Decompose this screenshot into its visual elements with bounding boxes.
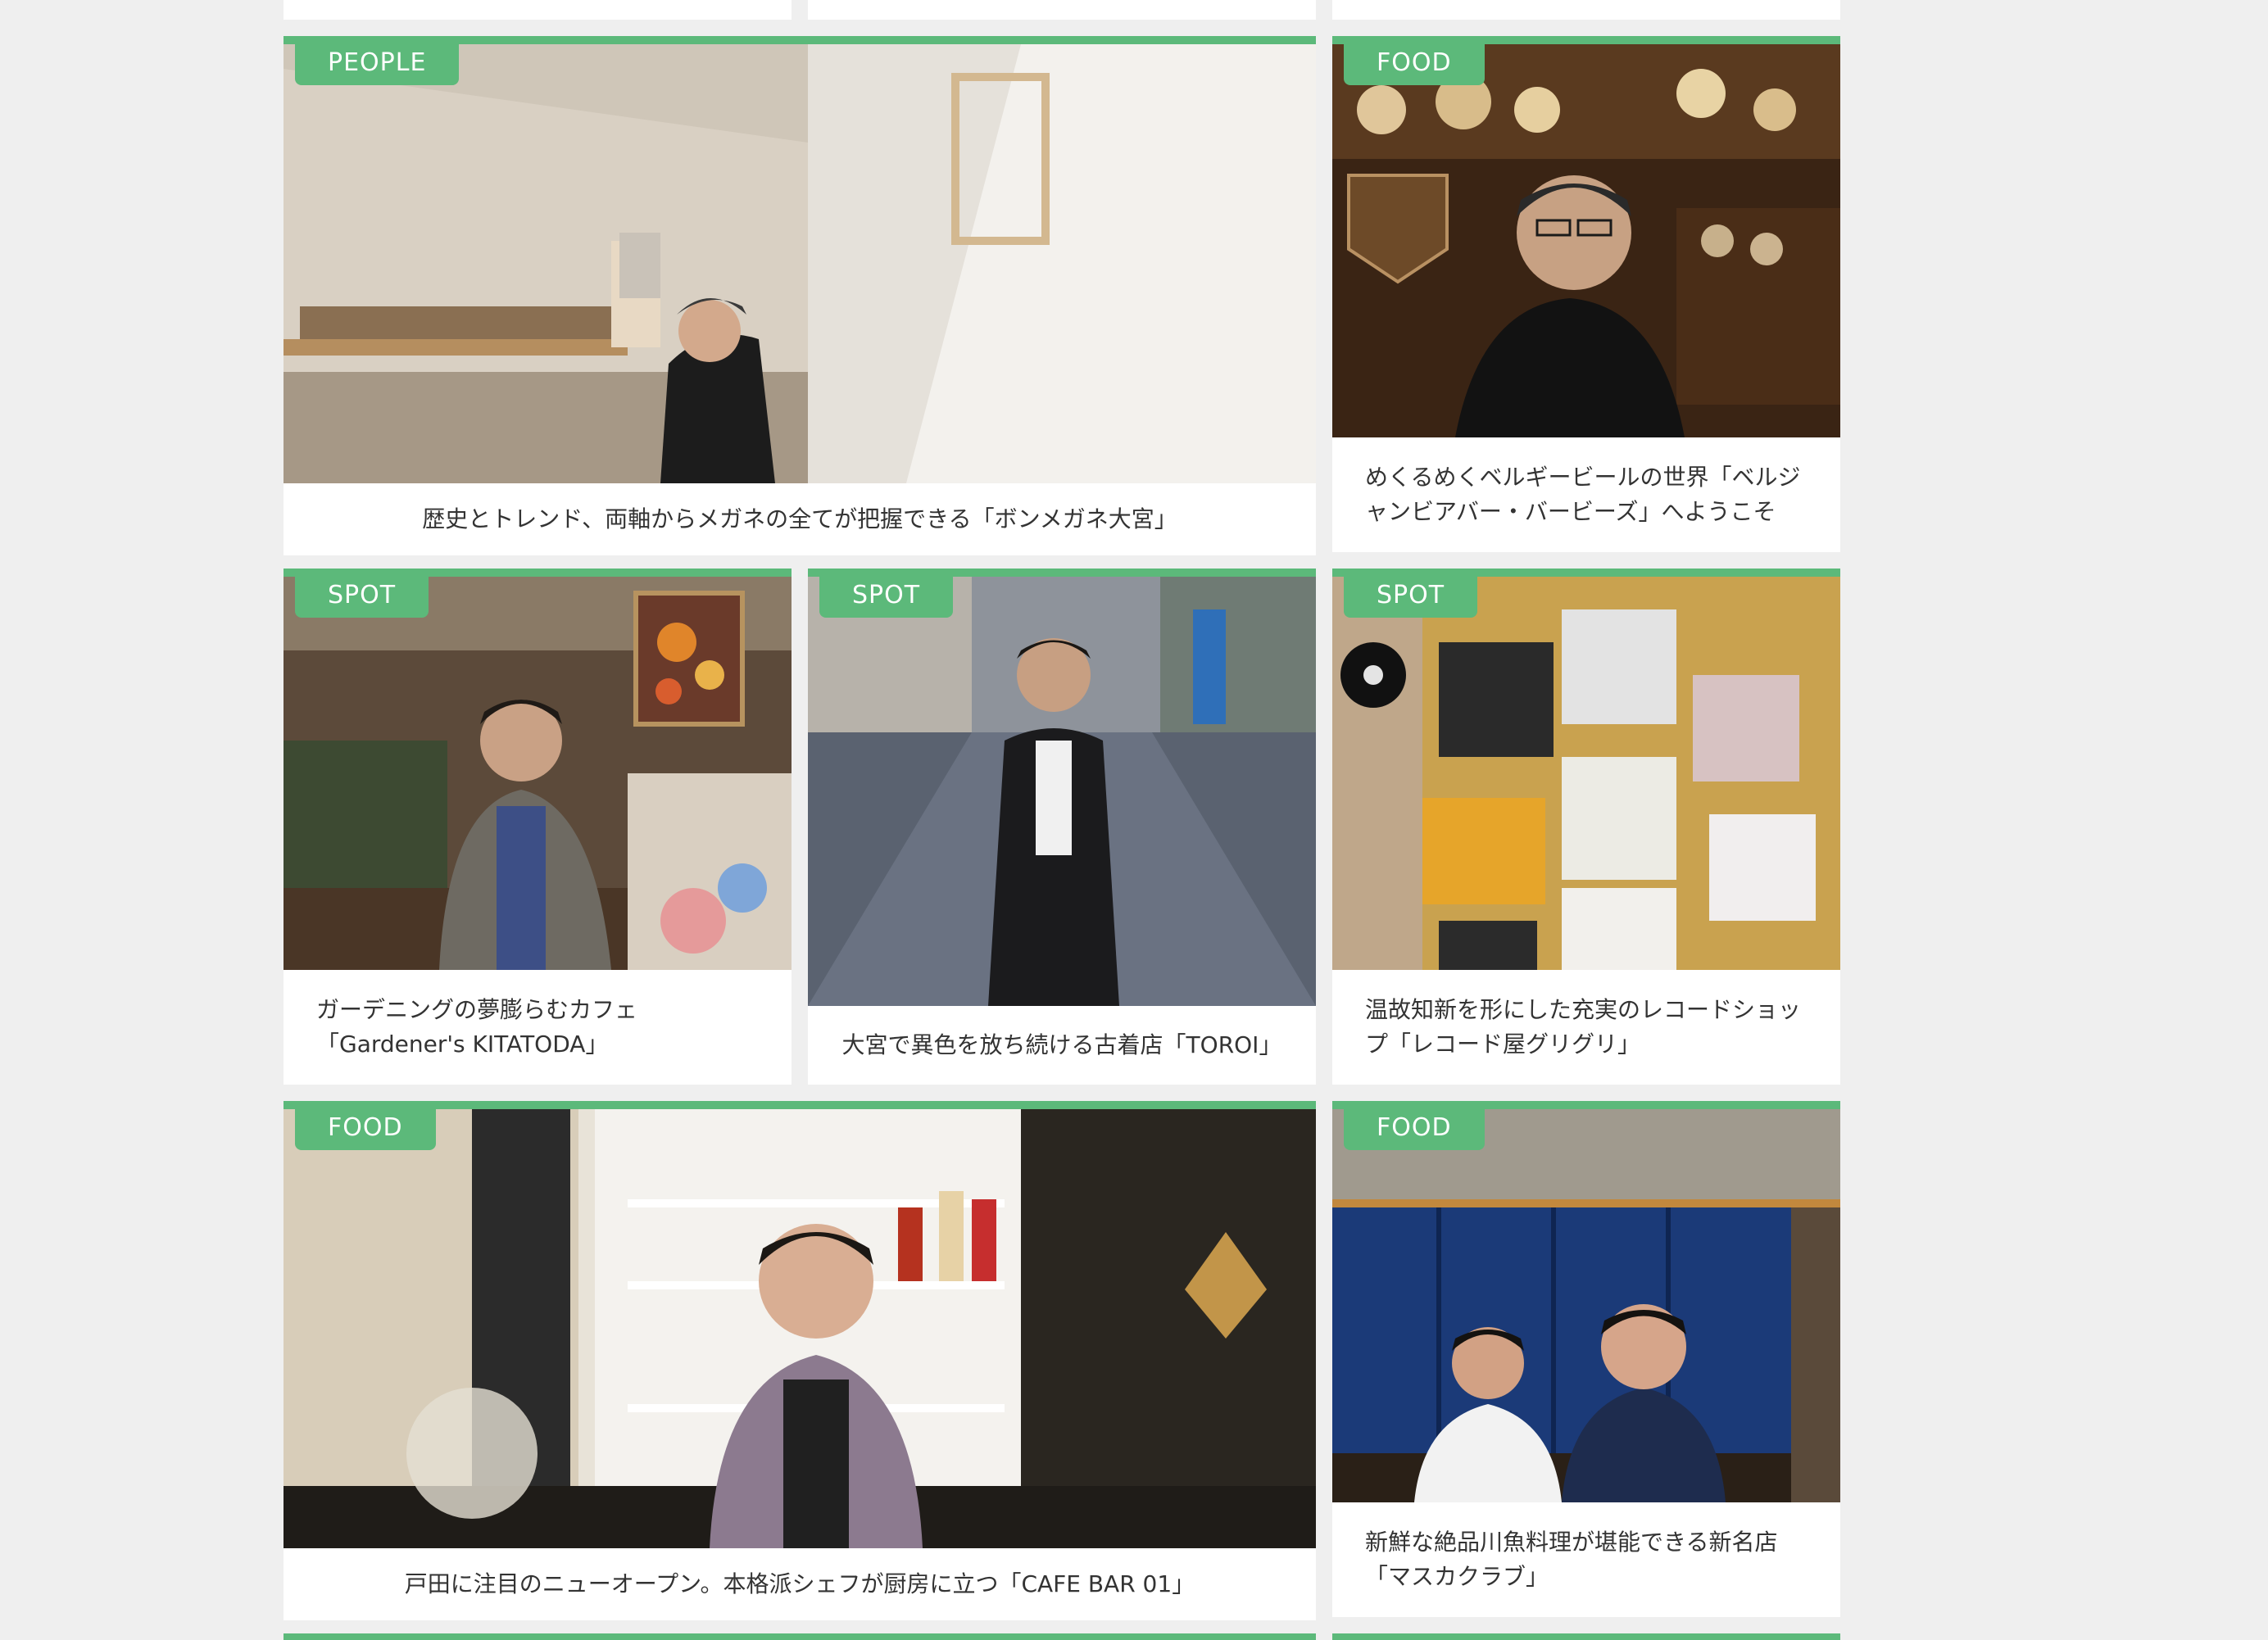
article-photo[interactable] <box>284 44 1316 483</box>
category-badge: SPOT <box>1344 577 1478 618</box>
article-title-line: 温故知新を形にした充実のレコードショッ <box>1365 996 1802 1023</box>
article-card-toroi[interactable]: 大宮で異色を放ち続ける古着店「TOROI」 SPOT <box>808 569 1316 1085</box>
article-card-partial[interactable] <box>1332 0 1840 20</box>
article-photo[interactable] <box>1332 1109 1840 1502</box>
category-badge: FOOD <box>295 1109 436 1150</box>
article-card-masuka-club[interactable]: 新鮮な絶品川魚料理が堪能できる新名店 「マスカクラブ」 FOOD <box>1332 1101 1840 1617</box>
article-title[interactable]: 新鮮な絶品川魚料理が堪能できる新名店 「マスカクラブ」 <box>1332 1502 1840 1617</box>
article-card-bon-megane[interactable]: PEOPLE 歴史とトレンド、両軸からメガネの全てが把握できる「ボンメガネ大宮」 <box>284 36 1316 555</box>
article-title-line: ガーデニングの夢膨らむカフェ <box>316 996 638 1023</box>
article-photo[interactable] <box>1332 577 1840 970</box>
article-title[interactable]: ガーデニングの夢膨らむカフェ 「Gardener's KITATODA」 <box>284 970 792 1085</box>
category-badge: SPOT <box>295 577 429 618</box>
article-photo[interactable] <box>284 1109 1316 1548</box>
article-photo[interactable] <box>808 577 1316 1006</box>
category-badge: SPOT <box>819 577 954 618</box>
article-card-gardeners-kitatoda[interactable]: ガーデニングの夢膨らむカフェ 「Gardener's KITATODA」 SPO… <box>284 569 792 1085</box>
article-title-line: めくるめくベルギービールの世界「ベルジ <box>1365 464 1801 491</box>
article-photo[interactable] <box>284 577 792 970</box>
article-card-partial[interactable] <box>1332 1633 1840 1640</box>
article-card-cafe-bar-01[interactable]: 戸田に注目のニューオープン。本格派シェフが厨房に立つ「CAFE BAR 01」 … <box>284 1101 1316 1620</box>
article-card-partial[interactable] <box>284 0 792 20</box>
article-title[interactable]: 歴史とトレンド、両軸からメガネの全てが把握できる「ボンメガネ大宮」 <box>284 483 1316 555</box>
article-title[interactable]: 大宮で異色を放ち続ける古着店「TOROI」 <box>808 1006 1316 1085</box>
article-title-line: ャンビアバー・バービーズ」へようこそ <box>1365 498 1776 525</box>
article-title-line: 「Gardener's KITATODA」 <box>316 1031 609 1058</box>
category-badge: FOOD <box>1344 1109 1485 1150</box>
article-card-belgian-beer-bar[interactable]: めくるめくベルギービールの世界「ベルジ ャンビアバー・バービーズ」へようこそ F… <box>1332 36 1840 552</box>
article-title-line: 新鮮な絶品川魚料理が堪能できる新名店 <box>1365 1529 1778 1556</box>
category-badge: FOOD <box>1344 44 1485 85</box>
article-card-partial[interactable] <box>808 0 1316 20</box>
article-card-partial[interactable] <box>284 1633 1316 1640</box>
article-photo[interactable] <box>1332 44 1840 437</box>
article-card-record-shop[interactable]: 温故知新を形にした充実のレコードショッ プ「レコード屋グリグリ」 SPOT <box>1332 569 1840 1085</box>
article-title[interactable]: 戸田に注目のニューオープン。本格派シェフが厨房に立つ「CAFE BAR 01」 <box>284 1548 1316 1620</box>
article-title-line: プ「レコード屋グリグリ」 <box>1365 1031 1641 1058</box>
article-title-line: 「マスカクラブ」 <box>1365 1563 1549 1590</box>
category-badge: PEOPLE <box>295 44 460 85</box>
article-title[interactable]: めくるめくベルギービールの世界「ベルジ ャンビアバー・バービーズ」へようこそ <box>1332 437 1840 552</box>
article-title[interactable]: 温故知新を形にした充実のレコードショッ プ「レコード屋グリグリ」 <box>1332 970 1840 1085</box>
